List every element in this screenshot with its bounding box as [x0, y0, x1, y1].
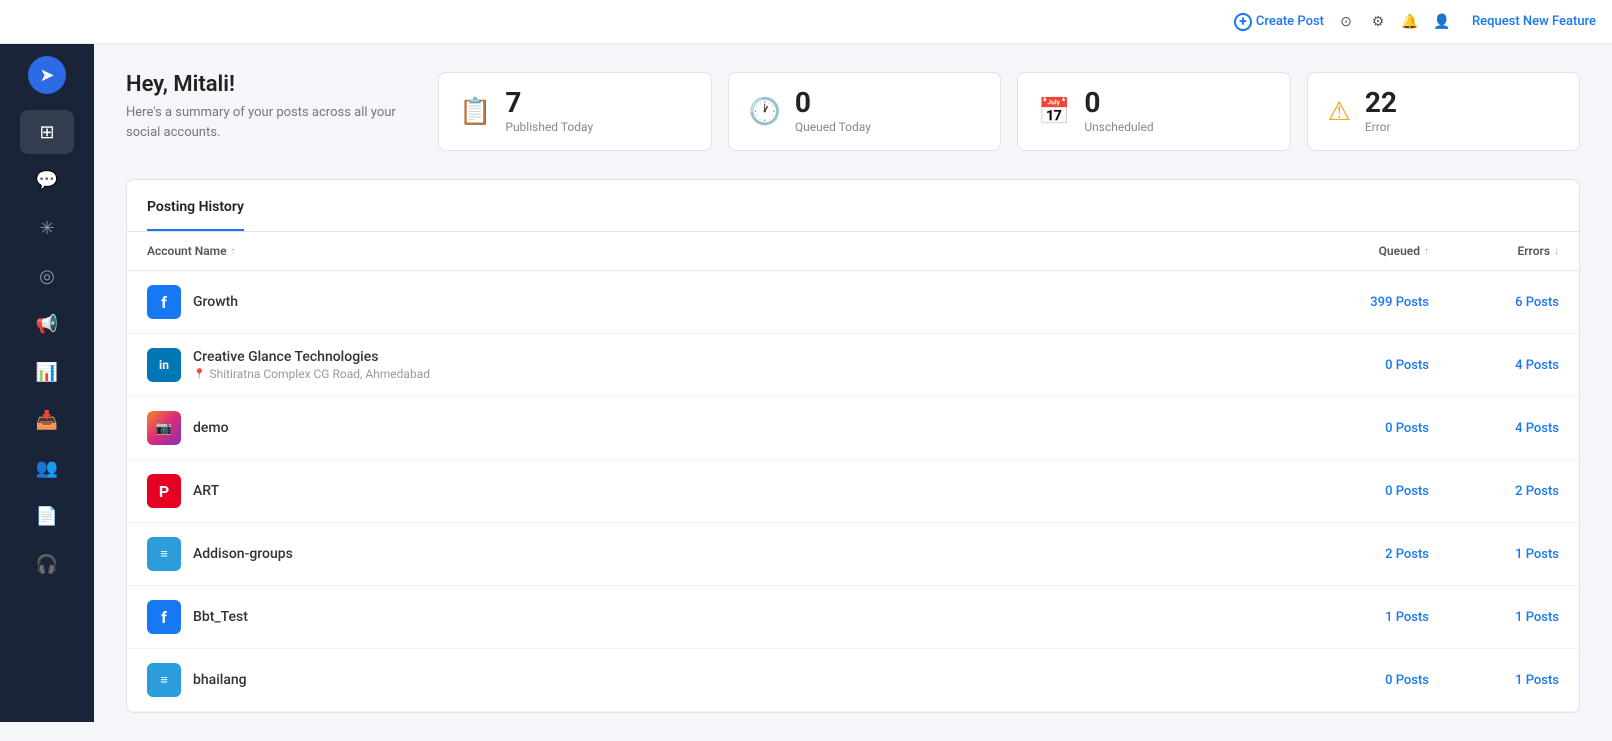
- greeting-section: Hey, Mitali! Here's a summary of your po…: [126, 72, 1580, 151]
- account-name-demo: demo: [193, 420, 229, 436]
- unscheduled-icon: 📅: [1038, 97, 1070, 127]
- queued-art: 0 Posts: [1289, 484, 1429, 499]
- queued-demo: 0 Posts: [1289, 421, 1429, 436]
- posting-history-section: Posting History Account Name ↑ Queued ↑ …: [126, 179, 1580, 713]
- sidebar-item-monitor[interactable]: ◎: [20, 254, 74, 298]
- account-name-art: ART: [193, 483, 219, 499]
- posting-history-tab[interactable]: Posting History: [147, 199, 244, 231]
- table-row[interactable]: ≡ Addison-groups 2 Posts 1 Posts: [127, 523, 1579, 586]
- account-name-bbt: Bbt_Test: [193, 609, 248, 625]
- errors-growth: 6 Posts: [1429, 295, 1559, 310]
- posting-history-header: Posting History: [127, 180, 1579, 232]
- account-icon-facebook-bbt: f: [147, 600, 181, 634]
- stat-card-queued[interactable]: 🕐 0 Queued Today: [728, 72, 1002, 151]
- queued-cgt: 0 Posts: [1289, 358, 1429, 373]
- account-name-bhailang: bhailang: [193, 672, 247, 688]
- account-icon-pinterest: P: [147, 474, 181, 508]
- sidebar-item-dashboard[interactable]: ⊞: [20, 110, 74, 154]
- queued-icon: 🕐: [749, 97, 781, 127]
- sidebar-item-team[interactable]: 👥: [20, 446, 74, 490]
- posting-history-table: Account Name ↑ Queued ↑ Errors ↓ f: [127, 232, 1579, 712]
- table-row[interactable]: in Creative Glance Technologies 📍 Shitir…: [127, 334, 1579, 397]
- unscheduled-count: 0: [1084, 89, 1153, 117]
- queued-label: Queued Today: [795, 120, 871, 134]
- table-row[interactable]: 📷 demo 0 Posts 4 Posts: [127, 397, 1579, 460]
- errors-art: 2 Posts: [1429, 484, 1559, 499]
- errors-cgt: 4 Posts: [1429, 358, 1559, 373]
- create-post-icon: +: [1234, 13, 1252, 31]
- row-name-art: P ART: [147, 474, 1289, 508]
- table-row[interactable]: P ART 0 Posts 2 Posts: [127, 460, 1579, 523]
- account-icon-linkedin: in: [147, 348, 181, 382]
- settings-icon[interactable]: ⚙: [1368, 12, 1388, 32]
- queued-bhailang: 0 Posts: [1289, 673, 1429, 688]
- row-name-addison: ≡ Addison-groups: [147, 537, 1289, 571]
- account-name-growth: Growth: [193, 294, 238, 310]
- account-sub-cgt: 📍 Shitiratna Complex CG Road, Ahmedabad: [193, 367, 430, 381]
- errors-demo: 4 Posts: [1429, 421, 1559, 436]
- greeting-subtitle: Here's a summary of your posts across al…: [126, 103, 406, 142]
- sidebar-item-messages[interactable]: 💬: [20, 158, 74, 202]
- account-icon-facebook: f: [147, 285, 181, 319]
- errors-addison: 1 Posts: [1429, 547, 1559, 562]
- column-header-queued[interactable]: Queued ↑: [1289, 244, 1429, 258]
- account-icon-instagram: 📷: [147, 411, 181, 445]
- sidebar-item-analytics[interactable]: 📊: [20, 350, 74, 394]
- account-name-cgt: Creative Glance Technologies: [193, 349, 430, 365]
- error-count: 22: [1365, 89, 1397, 117]
- queued-addison: 2 Posts: [1289, 547, 1429, 562]
- table-row[interactable]: f Bbt_Test 1 Posts 1 Posts: [127, 586, 1579, 649]
- account-icon-groups: ≡: [147, 537, 181, 571]
- layout: ➤ ⊞ 💬 ✳ ◎ 📢 📊 📥 👥 📄 🎧 Hey, Mitali! Here'…: [0, 44, 1612, 741]
- queued-bbt: 1 Posts: [1289, 610, 1429, 625]
- stats-cards: 📋 7 Published Today 🕐 0 Queued Today: [438, 72, 1580, 151]
- request-feature-button[interactable]: Request New Feature: [1472, 14, 1596, 29]
- row-name-growth: f Growth: [147, 285, 1289, 319]
- error-label: Error: [1365, 120, 1397, 134]
- errors-bbt: 1 Posts: [1429, 610, 1559, 625]
- column-header-errors[interactable]: Errors ↓: [1429, 244, 1559, 258]
- published-icon: 📋: [459, 97, 491, 127]
- sidebar-item-support[interactable]: 🎧: [20, 542, 74, 586]
- row-name-cgt: in Creative Glance Technologies 📍 Shitir…: [147, 348, 1289, 382]
- location-icon: 📍: [193, 369, 205, 380]
- sidebar-item-campaigns[interactable]: 📢: [20, 302, 74, 346]
- table-row[interactable]: f Growth 399 Posts 6 Posts: [127, 271, 1579, 334]
- table-row[interactable]: ≡ bhailang 0 Posts 1 Posts: [127, 649, 1579, 712]
- create-post-button[interactable]: + Create Post: [1234, 13, 1324, 31]
- errors-bhailang: 1 Posts: [1429, 673, 1559, 688]
- account-name-addison: Addison-groups: [193, 546, 293, 562]
- error-icon: ⚠: [1328, 97, 1351, 127]
- published-label: Published Today: [505, 120, 593, 134]
- options-icon[interactable]: ⊙: [1336, 12, 1356, 32]
- notifications-icon[interactable]: 🔔: [1400, 12, 1420, 32]
- sidebar-item-reports[interactable]: 📄: [20, 494, 74, 538]
- errors-sort-icon: ↓: [1554, 246, 1559, 257]
- stat-card-unscheduled[interactable]: 📅 0 Unscheduled: [1017, 72, 1291, 151]
- column-header-name[interactable]: Account Name ↑: [147, 244, 1289, 258]
- stat-card-error[interactable]: ⚠ 22 Error: [1307, 72, 1581, 151]
- sidebar: ➤ ⊞ 💬 ✳ ◎ 📢 📊 📥 👥 📄 🎧: [0, 44, 94, 722]
- stat-card-published[interactable]: 📋 7 Published Today: [438, 72, 712, 151]
- published-count: 7: [505, 89, 593, 117]
- greeting-text: Hey, Mitali! Here's a summary of your po…: [126, 72, 406, 142]
- row-name-bbt: f Bbt_Test: [147, 600, 1289, 634]
- table-header: Account Name ↑ Queued ↑ Errors ↓: [127, 232, 1579, 271]
- queued-count: 0: [795, 89, 871, 117]
- user-icon[interactable]: 👤: [1432, 12, 1452, 32]
- main-content: Hey, Mitali! Here's a summary of your po…: [94, 44, 1612, 741]
- queued-growth: 399 Posts: [1289, 295, 1429, 310]
- greeting-title: Hey, Mitali!: [126, 72, 406, 97]
- unscheduled-label: Unscheduled: [1084, 120, 1153, 134]
- name-sort-icon: ↑: [231, 246, 236, 257]
- row-name-demo: 📷 demo: [147, 411, 1289, 445]
- app-logo[interactable]: ➤: [28, 56, 66, 94]
- sidebar-item-inbox[interactable]: 📥: [20, 398, 74, 442]
- topbar: + Create Post ⊙ ⚙ 🔔 👤 Request New Featur…: [0, 0, 1612, 44]
- row-name-bhailang: ≡ bhailang: [147, 663, 1289, 697]
- account-icon-groups-bhailang: ≡: [147, 663, 181, 697]
- sidebar-item-hub[interactable]: ✳: [20, 206, 74, 250]
